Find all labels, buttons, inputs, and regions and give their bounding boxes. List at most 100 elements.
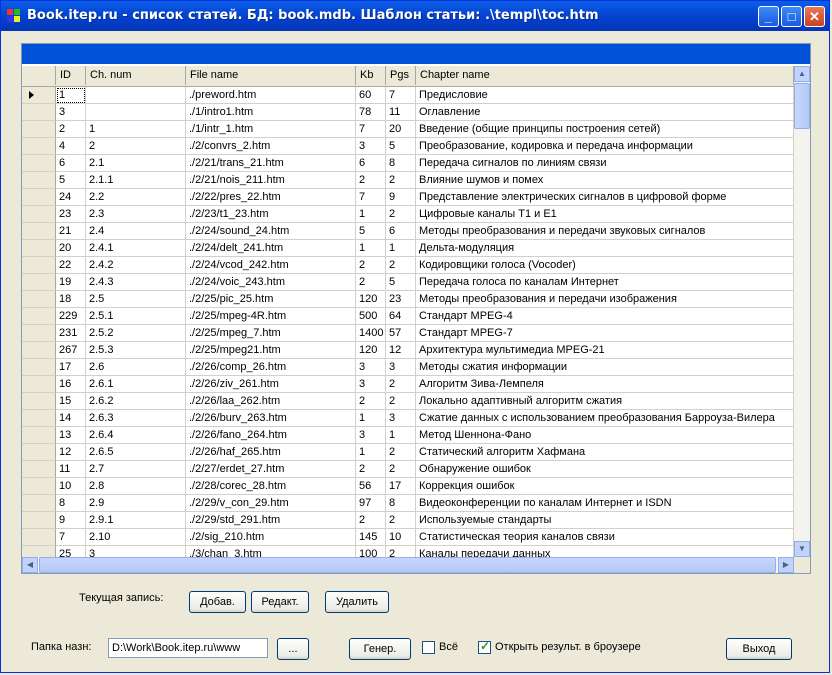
- cell-file-name[interactable]: ./2/25/mpeg_7.htm: [186, 325, 356, 342]
- cell-file-name[interactable]: ./2/21/nois_211.htm: [186, 172, 356, 189]
- cell-kb[interactable]: 2: [356, 274, 386, 291]
- row-selector[interactable]: [22, 189, 56, 206]
- vertical-scroll-thumb[interactable]: [794, 83, 810, 129]
- cell-pages[interactable]: 2: [386, 393, 416, 410]
- table-row[interactable]: 13 2.6.4 ./2/26/fano_264.htm 3 1 Метод Шеннон…: [22, 427, 794, 444]
- cell-chapter-number[interactable]: 2.5.3: [86, 342, 186, 359]
- scroll-down-button[interactable]: ▼: [794, 541, 810, 557]
- row-selector[interactable]: [22, 274, 56, 291]
- row-selector[interactable]: [22, 393, 56, 410]
- cell-pages[interactable]: 64: [386, 308, 416, 325]
- close-button[interactable]: ✕: [804, 6, 825, 27]
- cell-file-name[interactable]: ./2/25/mpeg-4R.htm: [186, 308, 356, 325]
- row-selector[interactable]: [22, 529, 56, 546]
- cell-id[interactable]: 267: [56, 342, 86, 359]
- cell-file-name[interactable]: ./3/chan_3.htm: [186, 546, 356, 557]
- cell-file-name[interactable]: ./2/convrs_2.htm: [186, 138, 356, 155]
- horizontal-scroll-thumb[interactable]: [39, 557, 776, 573]
- cell-chapter-name[interactable]: Цифровые каналы T1 и E1: [416, 206, 794, 223]
- cell-kb[interactable]: 120: [356, 291, 386, 308]
- vertical-scrollbar[interactable]: ▲ ▼: [794, 66, 810, 557]
- cell-file-name[interactable]: ./2/27/erdet_27.htm: [186, 461, 356, 478]
- cell-kb[interactable]: 7: [356, 189, 386, 206]
- cell-id[interactable]: 20: [56, 240, 86, 257]
- horizontal-scrollbar[interactable]: ◀ ▶: [22, 557, 794, 573]
- cell-kb[interactable]: 2: [356, 257, 386, 274]
- cell-pages[interactable]: 6: [386, 223, 416, 240]
- row-selector[interactable]: [22, 325, 56, 342]
- table-row[interactable]: 12 2.6.5 ./2/26/haf_265.htm 1 2 Статический а…: [22, 444, 794, 461]
- cell-pages[interactable]: 9: [386, 189, 416, 206]
- table-row[interactable]: 19 2.4.3 ./2/24/voic_243.htm 2 5 Передача гол…: [22, 274, 794, 291]
- cell-file-name[interactable]: ./2/24/vcod_242.htm: [186, 257, 356, 274]
- cell-kb[interactable]: 3: [356, 427, 386, 444]
- column-header-kb[interactable]: Kb: [356, 66, 386, 85]
- row-selector[interactable]: [22, 342, 56, 359]
- cell-chapter-number[interactable]: 1: [86, 121, 186, 138]
- cell-id[interactable]: 11: [56, 461, 86, 478]
- cell-chapter-name[interactable]: Методы преобразования и передачи изображ…: [416, 291, 794, 308]
- cell-kb[interactable]: 1400: [356, 325, 386, 342]
- cell-chapter-name[interactable]: Коррекция ошибок: [416, 478, 794, 495]
- minimize-button[interactable]: _: [758, 6, 779, 27]
- cell-pages[interactable]: 2: [386, 444, 416, 461]
- cell-id[interactable]: 14: [56, 410, 86, 427]
- column-header-pages[interactable]: Pgs: [386, 66, 416, 85]
- cell-file-name[interactable]: ./2/26/laa_262.htm: [186, 393, 356, 410]
- cell-id[interactable]: 18: [56, 291, 86, 308]
- cell-chapter-name[interactable]: Представление электрических сигналов в ц…: [416, 189, 794, 206]
- cell-chapter-number[interactable]: 2.7: [86, 461, 186, 478]
- row-selector[interactable]: [22, 410, 56, 427]
- row-selector[interactable]: [22, 359, 56, 376]
- cell-file-name[interactable]: ./1/intro1.htm: [186, 104, 356, 121]
- cell-chapter-name[interactable]: Кодировщики голоса (Vocoder): [416, 257, 794, 274]
- cell-file-name[interactable]: ./2/26/haf_265.htm: [186, 444, 356, 461]
- cell-kb[interactable]: 1: [356, 410, 386, 427]
- column-header-chapter-number[interactable]: Ch. num: [86, 66, 186, 85]
- cell-pages[interactable]: 2: [386, 206, 416, 223]
- cell-file-name[interactable]: ./preword.htm: [186, 87, 356, 104]
- cell-chapter-number[interactable]: 2.5.2: [86, 325, 186, 342]
- cell-kb[interactable]: 1: [356, 206, 386, 223]
- cell-pages[interactable]: 57: [386, 325, 416, 342]
- cell-id[interactable]: 5: [56, 172, 86, 189]
- table-row[interactable]: 22 2.4.2 ./2/24/vcod_242.htm 2 2 Кодировщики …: [22, 257, 794, 274]
- cell-chapter-name[interactable]: Дельта-модуляция: [416, 240, 794, 257]
- cell-chapter-name[interactable]: Архитектура мультимедиа MPEG-21: [416, 342, 794, 359]
- cell-chapter-number[interactable]: 2.4.1: [86, 240, 186, 257]
- table-row[interactable]: 16 2.6.1 ./2/26/ziv_261.htm 3 2 Алгоритм Зива…: [22, 376, 794, 393]
- row-selector[interactable]: [22, 495, 56, 512]
- cell-chapter-number[interactable]: 2.2: [86, 189, 186, 206]
- cell-chapter-number[interactable]: 2.4.3: [86, 274, 186, 291]
- cell-id[interactable]: 1: [56, 87, 86, 104]
- cell-pages[interactable]: 5: [386, 274, 416, 291]
- table-row[interactable]: 11 2.7 ./2/27/erdet_27.htm 2 2 Обнаружение ош…: [22, 461, 794, 478]
- cell-file-name[interactable]: ./2/28/corec_28.htm: [186, 478, 356, 495]
- row-selector[interactable]: [22, 461, 56, 478]
- row-selector[interactable]: [22, 240, 56, 257]
- cell-pages[interactable]: 17: [386, 478, 416, 495]
- cell-id[interactable]: 7: [56, 529, 86, 546]
- cell-chapter-name[interactable]: Каналы передачи данных: [416, 546, 794, 557]
- folder-input[interactable]: D:\Work\Book.itep.ru\www: [108, 638, 268, 658]
- cell-chapter-name[interactable]: Методы преобразования и передачи звуковы…: [416, 223, 794, 240]
- cell-file-name[interactable]: ./2/21/trans_21.htm: [186, 155, 356, 172]
- open-browser-checkbox[interactable]: ✓: [478, 639, 491, 654]
- cell-kb[interactable]: 78: [356, 104, 386, 121]
- all-checkbox[interactable]: [422, 641, 435, 654]
- table-row[interactable]: 20 2.4.1 ./2/24/delt_241.htm 1 1 Дельта-модул…: [22, 240, 794, 257]
- table-row[interactable]: 3 ./1/intro1.htm 78 11 Оглавление: [22, 104, 794, 121]
- title-bar[interactable]: Book.itep.ru - список статей. БД: book.m…: [1, 1, 829, 31]
- cell-chapter-name[interactable]: Введение (общие принципы построения сете…: [416, 121, 794, 138]
- cell-chapter-number[interactable]: 2.6.5: [86, 444, 186, 461]
- table-row[interactable]: 8 2.9 ./2/29/v_con_29.htm 97 8 Видеоконференц…: [22, 495, 794, 512]
- cell-chapter-name[interactable]: Обнаружение ошибок: [416, 461, 794, 478]
- cell-chapter-number[interactable]: [86, 104, 186, 121]
- cell-file-name[interactable]: ./2/22/pres_22.htm: [186, 189, 356, 206]
- cell-pages[interactable]: 2: [386, 512, 416, 529]
- scroll-right-button[interactable]: ▶: [778, 557, 794, 573]
- scroll-up-button[interactable]: ▲: [794, 66, 810, 82]
- cell-kb[interactable]: 56: [356, 478, 386, 495]
- cell-chapter-number[interactable]: 2.6.3: [86, 410, 186, 427]
- cell-id[interactable]: 15: [56, 393, 86, 410]
